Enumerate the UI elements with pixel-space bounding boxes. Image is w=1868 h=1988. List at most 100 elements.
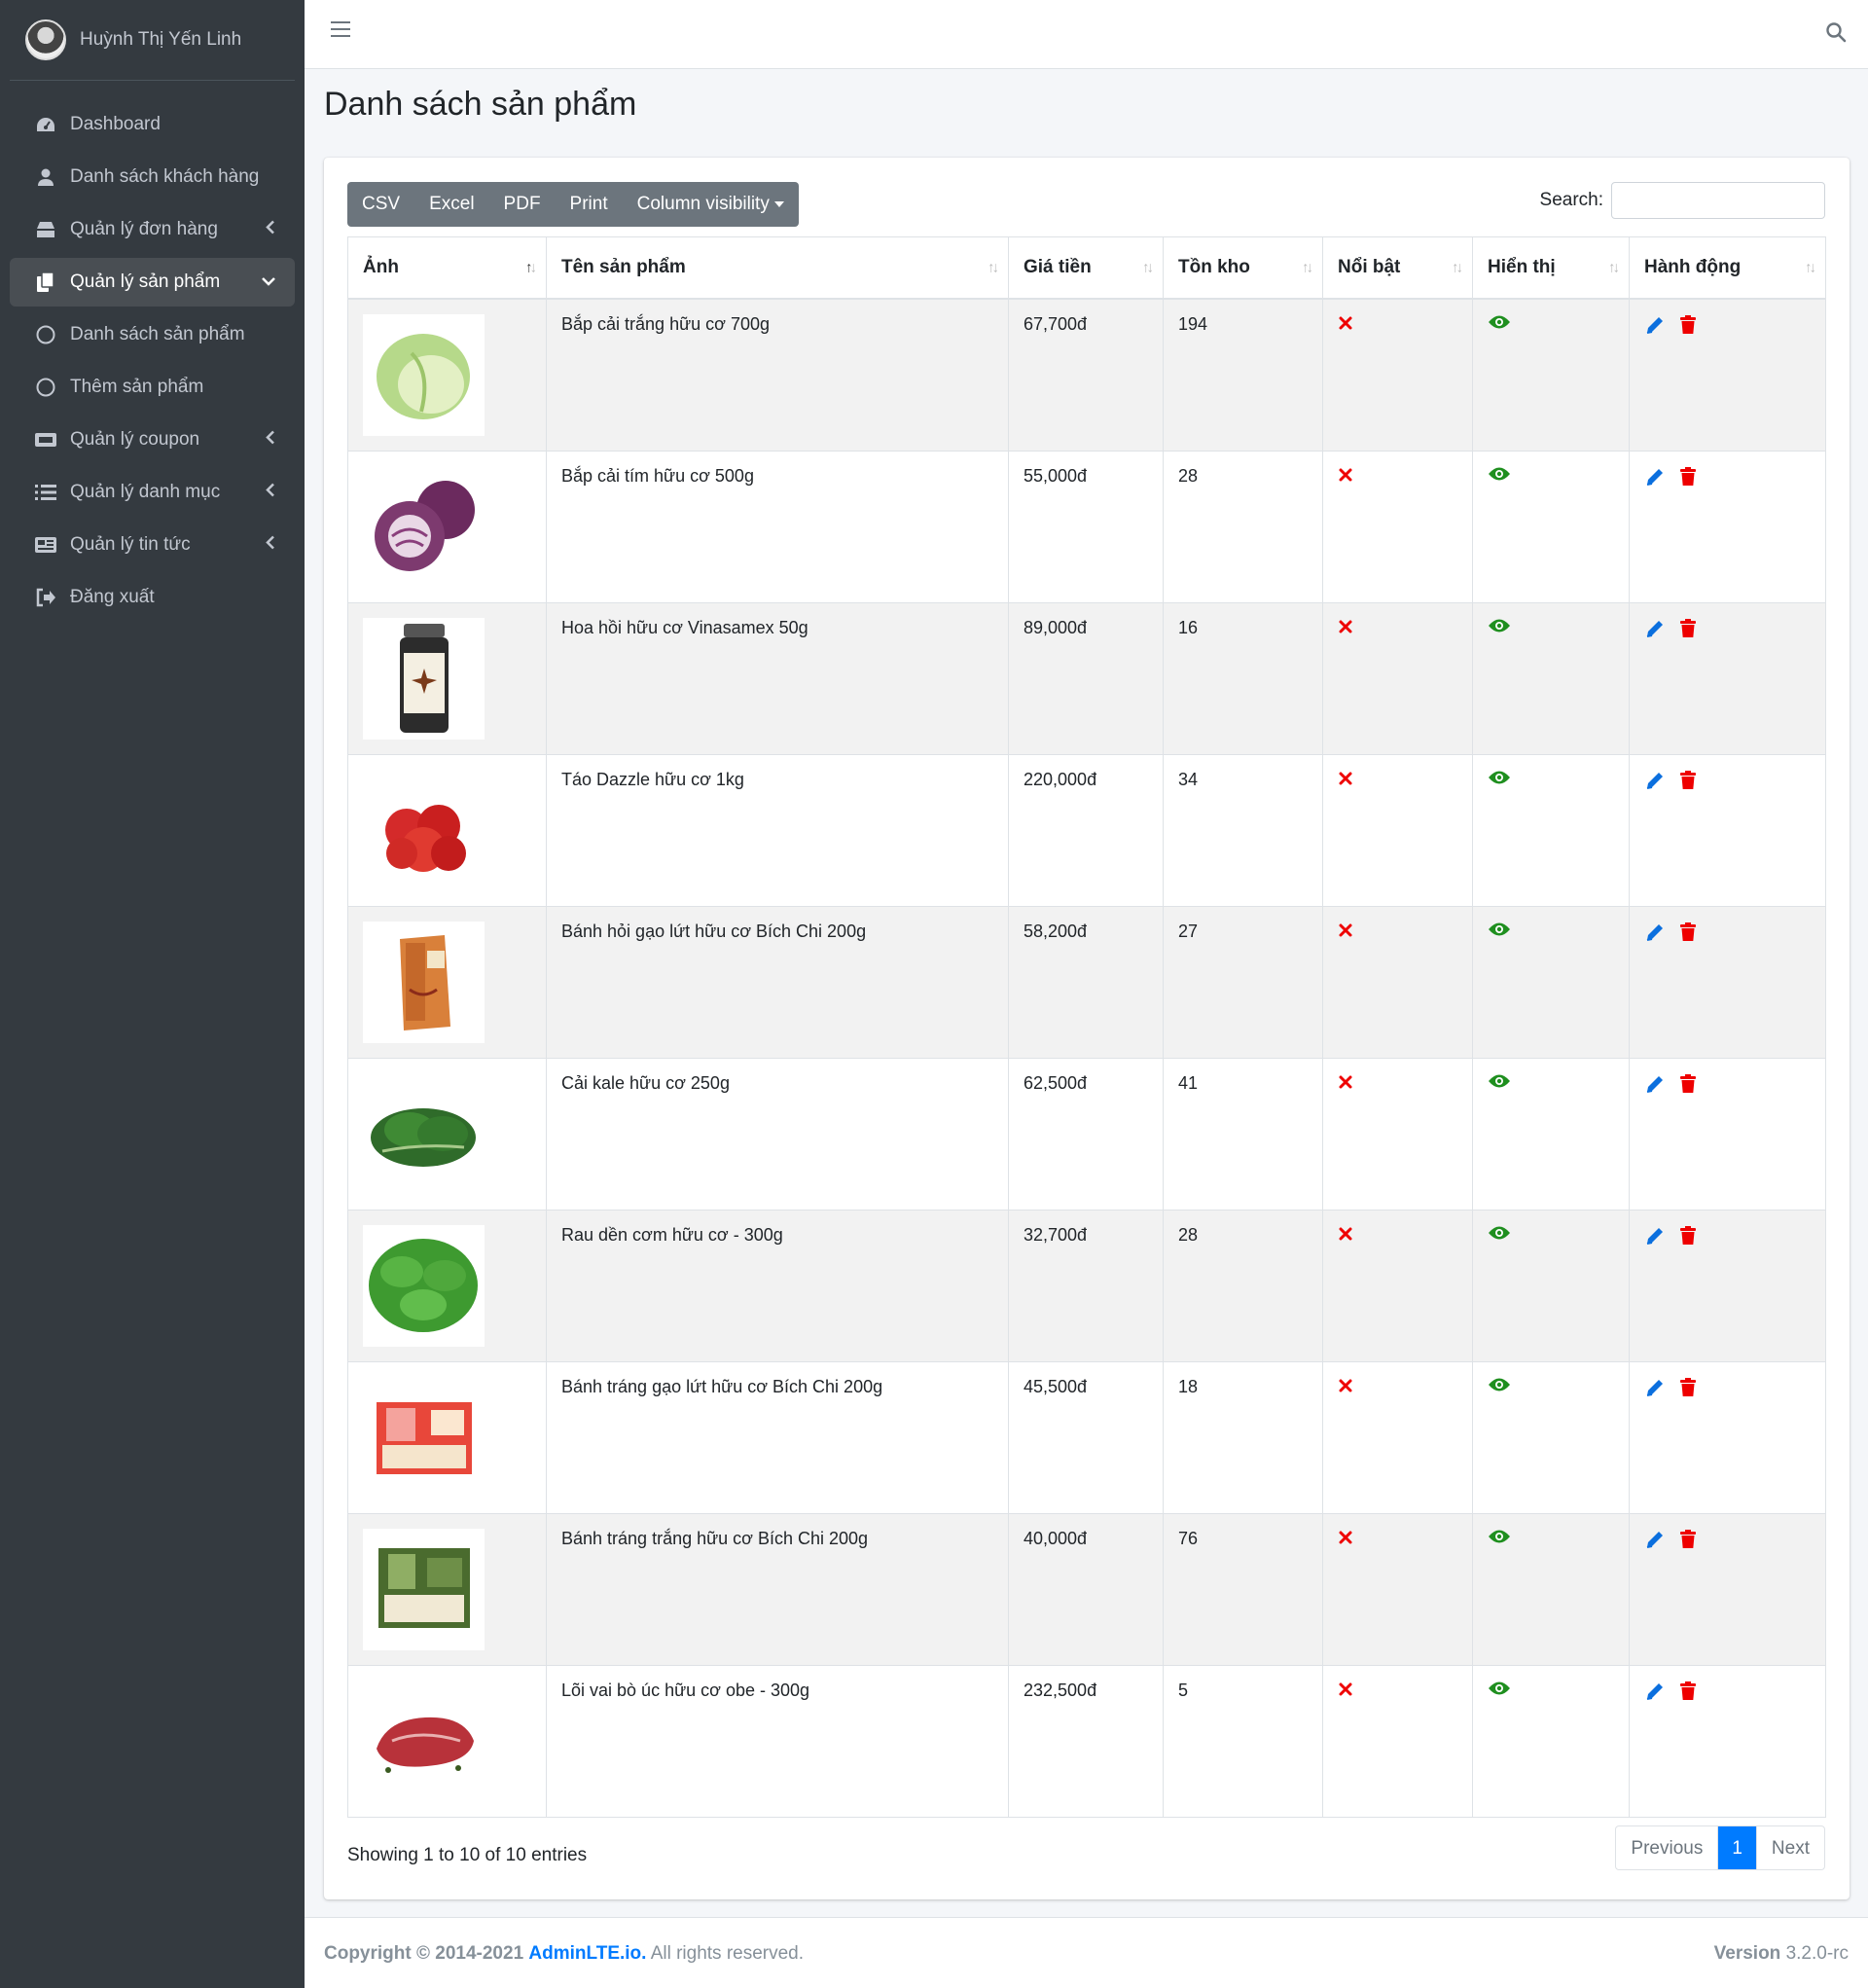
sidebar-item-6[interactable]: Quản lý coupon	[10, 416, 295, 464]
product-stock: 34	[1178, 769, 1199, 789]
column-header-0[interactable]: Ảnh ↑↓	[347, 236, 547, 300]
close-icon[interactable]	[1338, 466, 1353, 488]
edit-icon[interactable]	[1644, 1073, 1666, 1100]
brand-link[interactable]: AdminLTE.io.	[528, 1943, 646, 1964]
column-header-4[interactable]: Nổi bật ↑↓	[1322, 236, 1473, 300]
eye-icon[interactable]	[1488, 1377, 1511, 1396]
eye-icon[interactable]	[1488, 1529, 1511, 1548]
product-image	[363, 1680, 485, 1802]
close-icon[interactable]	[1338, 1681, 1353, 1702]
chevron-left-icon	[266, 535, 275, 555]
close-icon[interactable]	[1338, 770, 1353, 791]
trash-icon[interactable]	[1679, 1073, 1697, 1099]
product-stock: 28	[1178, 465, 1199, 486]
edit-icon[interactable]	[1644, 1225, 1666, 1251]
list-icon	[33, 484, 58, 501]
circle-icon	[33, 377, 58, 398]
edit-icon[interactable]	[1644, 314, 1666, 341]
column-visibility-button[interactable]: Column visibility	[623, 182, 799, 227]
next-button[interactable]: Next	[1755, 1826, 1824, 1869]
product-name: Bánh tráng gạo lứt hữu cơ Bích Chi 200g	[561, 1376, 883, 1396]
sidebar-item-9[interactable]: Đăng xuất	[10, 573, 295, 622]
trash-icon[interactable]	[1679, 618, 1697, 643]
product-price: 55,000đ	[1024, 465, 1088, 486]
edit-icon[interactable]	[1644, 770, 1666, 796]
version-label: Version	[1713, 1943, 1781, 1964]
edit-icon[interactable]	[1644, 922, 1666, 948]
column-header-label: Giá tiền	[1024, 256, 1092, 277]
sidebar-item-8[interactable]: Quản lý tin tức	[10, 521, 295, 569]
price-cell: 32,700đ	[1008, 1209, 1164, 1362]
print-button[interactable]: Print	[556, 182, 623, 227]
previous-button[interactable]: Previous	[1616, 1826, 1717, 1869]
edit-icon[interactable]	[1644, 1681, 1666, 1707]
close-icon[interactable]	[1338, 1377, 1353, 1398]
close-icon[interactable]	[1338, 314, 1353, 336]
close-icon[interactable]	[1338, 1225, 1353, 1247]
sidebar-item-label: Danh sách khách hàng	[70, 166, 260, 187]
trash-icon[interactable]	[1679, 922, 1697, 947]
sidebar-item-0[interactable]: Dashboard	[10, 100, 295, 149]
sidebar-item-7[interactable]: Quản lý danh mục	[10, 468, 295, 517]
pdf-button[interactable]: PDF	[489, 182, 556, 227]
eye-icon[interactable]	[1488, 314, 1511, 334]
price-cell: 62,500đ	[1008, 1057, 1164, 1211]
column-header-3[interactable]: Tồn kho ↑↓	[1163, 236, 1323, 300]
column-header-6[interactable]: Hành động ↑↓	[1629, 236, 1826, 300]
column-header-5[interactable]: Hiển thị ↑↓	[1472, 236, 1630, 300]
edit-icon[interactable]	[1644, 466, 1666, 492]
page-1-button[interactable]: 1	[1717, 1826, 1756, 1869]
trash-icon[interactable]	[1679, 1377, 1697, 1402]
trash-icon[interactable]	[1679, 770, 1697, 795]
sidebar-item-label: Quản lý danh mục	[70, 482, 221, 502]
visible-cell	[1472, 1512, 1630, 1666]
column-header-2[interactable]: Giá tiền ↑↓	[1008, 236, 1164, 300]
close-icon[interactable]	[1338, 922, 1353, 943]
trash-icon[interactable]	[1679, 1681, 1697, 1706]
product-price: 62,500đ	[1024, 1072, 1088, 1093]
visible-cell	[1472, 905, 1630, 1059]
name-cell: Bánh hỏi gạo lứt hữu cơ Bích Chi 200g	[546, 905, 1009, 1059]
eye-icon[interactable]	[1488, 618, 1511, 637]
copy-icon	[33, 271, 58, 293]
column-header-1[interactable]: Tên sản phẩm ↑↓	[546, 236, 1009, 300]
featured-cell	[1322, 1057, 1473, 1211]
sidebar-item-1[interactable]: Danh sách khách hàng	[10, 153, 295, 201]
edit-icon[interactable]	[1644, 1529, 1666, 1555]
search-input[interactable]	[1611, 182, 1825, 219]
product-image	[363, 921, 485, 1043]
sidebar-item-5[interactable]: Thêm sản phẩm	[10, 363, 295, 412]
product-image	[363, 617, 485, 740]
sidebar-item-4[interactable]: Danh sách sản phẩm	[10, 310, 295, 359]
close-icon[interactable]	[1338, 1073, 1353, 1095]
sidebar-item-2[interactable]: Quản lý đơn hàng	[10, 205, 295, 254]
table-header-row: Ảnh ↑↓ Tên sản phẩm ↑↓ Giá tiền ↑↓ Tồn kho ↑↓ Nổ…	[347, 236, 1826, 300]
price-cell: 232,500đ	[1008, 1664, 1164, 1818]
eye-icon[interactable]	[1488, 1073, 1511, 1093]
sort-icon: ↑↓	[1805, 259, 1816, 276]
user-icon	[33, 167, 58, 187]
close-icon[interactable]	[1338, 618, 1353, 639]
edit-icon[interactable]	[1644, 618, 1666, 644]
table-row: Bánh tráng gạo lứt hữu cơ Bích Chi 200g 4…	[347, 1360, 1826, 1514]
trash-icon[interactable]	[1679, 314, 1697, 340]
circle-icon	[33, 324, 58, 345]
trash-icon[interactable]	[1679, 1225, 1697, 1250]
menu-toggle-icon[interactable]	[331, 21, 350, 42]
table-row: Lõi vai bò úc hữu cơ obe - 300g 232,500đ 5	[347, 1664, 1826, 1818]
trash-icon[interactable]	[1679, 1529, 1697, 1554]
close-icon[interactable]	[1338, 1529, 1353, 1550]
user-panel[interactable]: Huỳnh Thị Yến Linh	[10, 0, 295, 81]
eye-icon[interactable]	[1488, 466, 1511, 486]
sidebar-item-3[interactable]: Quản lý sản phẩm	[10, 258, 295, 307]
table-row: Bắp cải trắng hữu cơ 700g 67,700đ 194	[347, 298, 1826, 452]
eye-icon[interactable]	[1488, 922, 1511, 941]
edit-icon[interactable]	[1644, 1377, 1666, 1403]
search-icon[interactable]	[1825, 21, 1847, 49]
excel-button[interactable]: Excel	[414, 182, 488, 227]
trash-icon[interactable]	[1679, 466, 1697, 491]
csv-button[interactable]: CSV	[347, 182, 414, 227]
eye-icon[interactable]	[1488, 1225, 1511, 1245]
eye-icon[interactable]	[1488, 770, 1511, 789]
eye-icon[interactable]	[1488, 1681, 1511, 1700]
